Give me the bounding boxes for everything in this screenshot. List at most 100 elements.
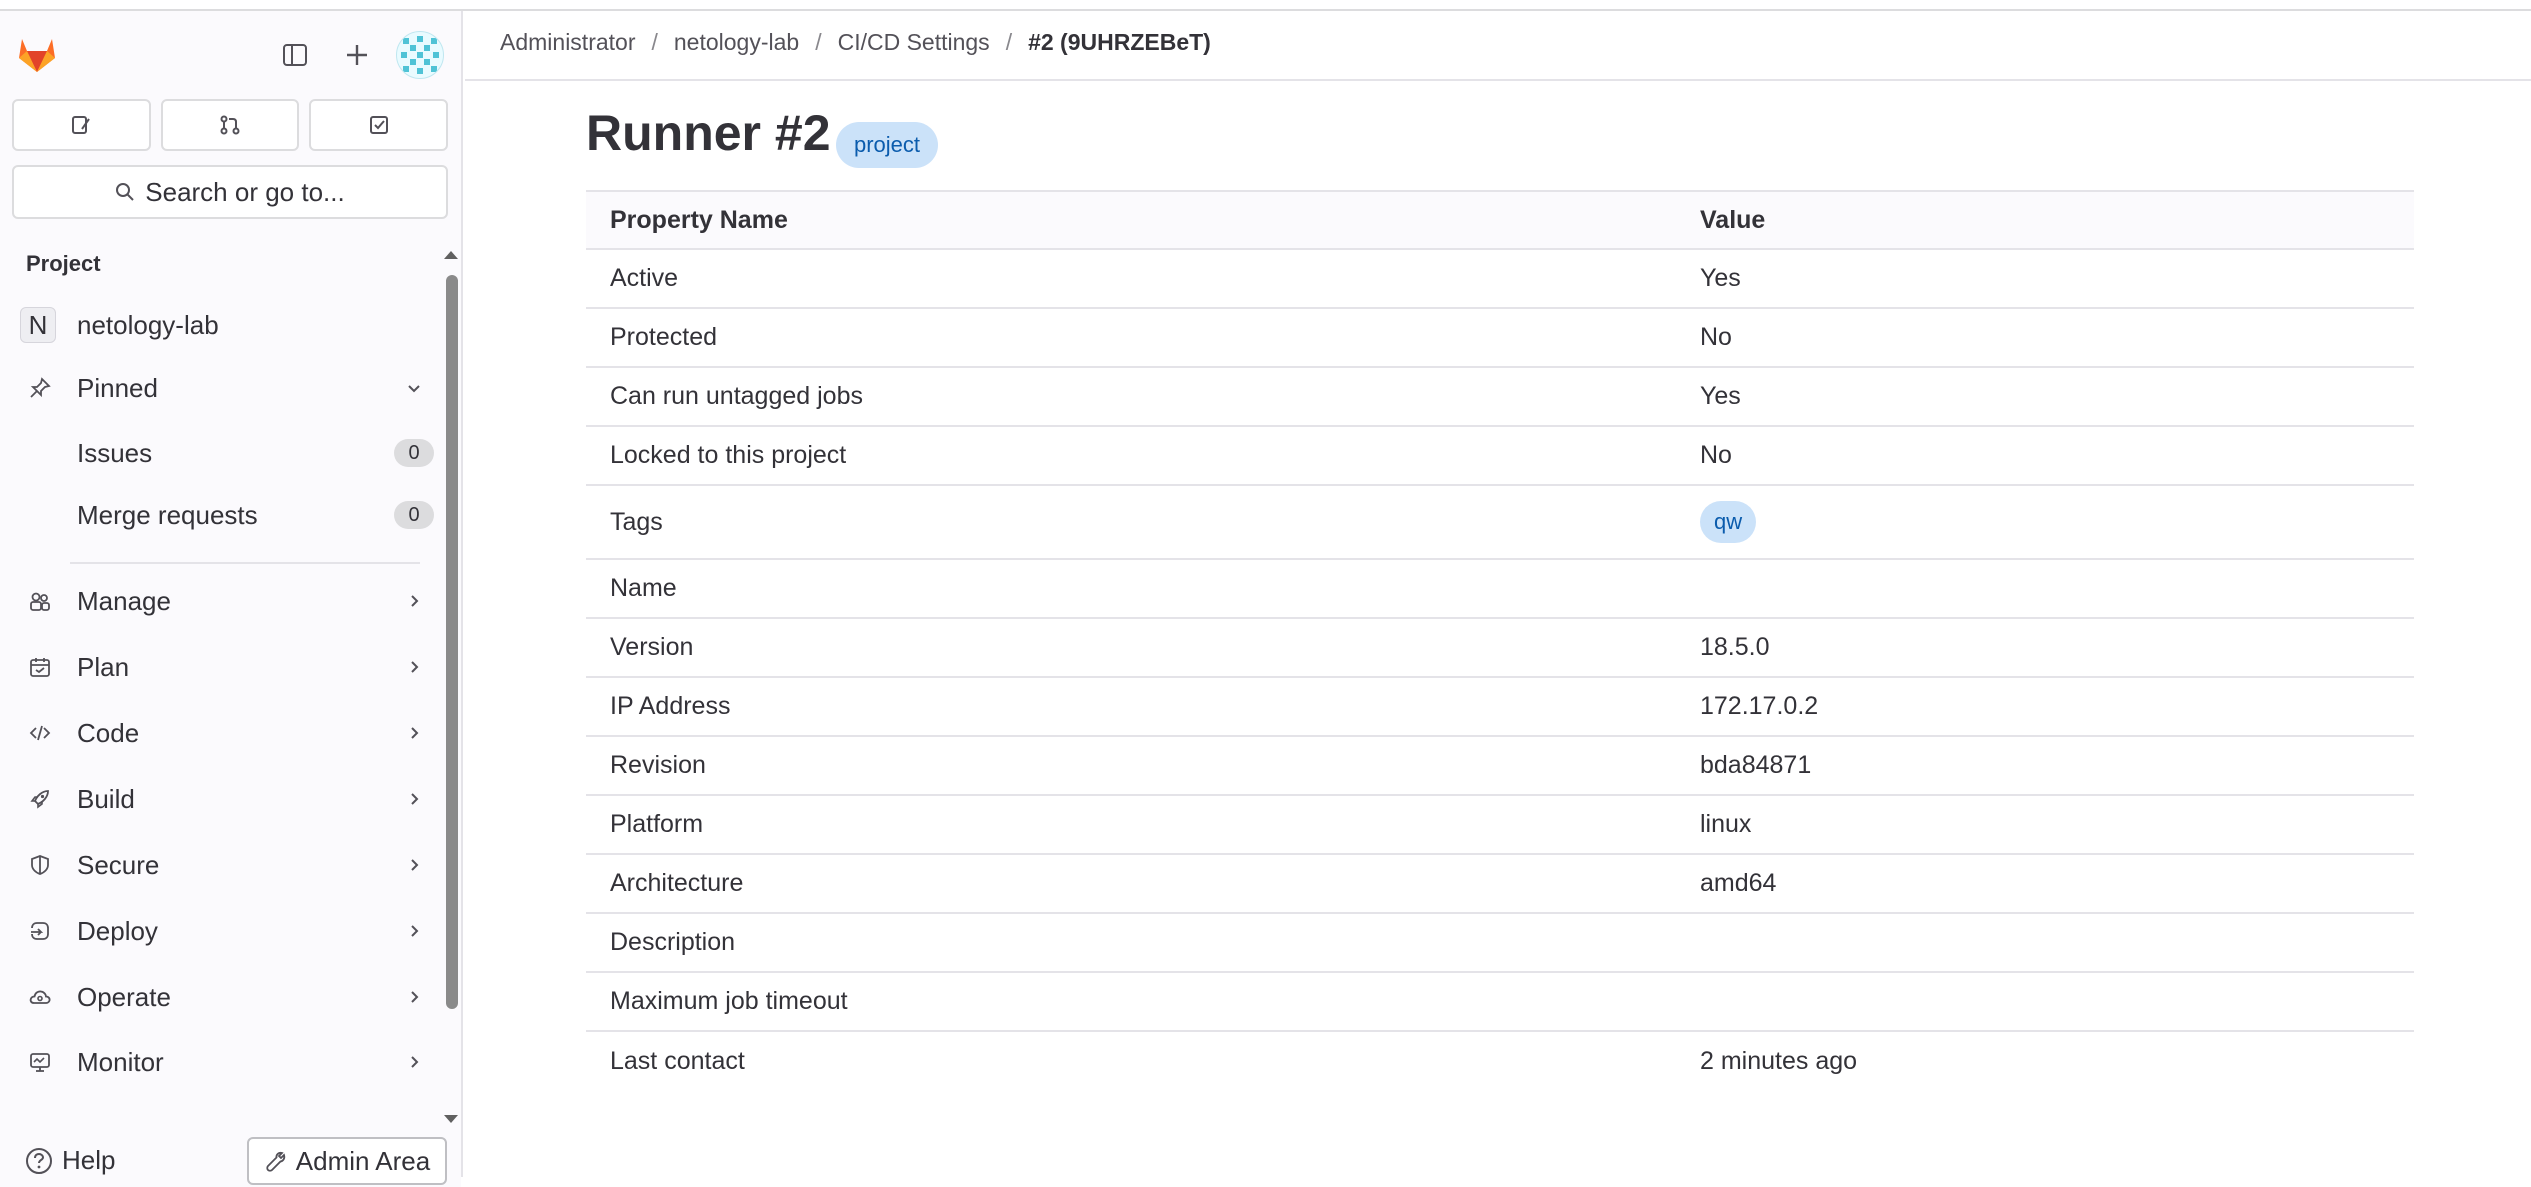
pinned-label: Pinned [77, 372, 158, 403]
property-value: No [1676, 426, 2414, 486]
scroll-up-arrow-icon[interactable] [441, 247, 461, 263]
page-title: Runner #2 [586, 105, 831, 161]
help-label: Help [62, 1145, 116, 1175]
property-value: 172.17.0.2 [1676, 677, 2414, 737]
code-icon [29, 725, 51, 741]
merge-requests-button[interactable] [160, 99, 300, 151]
deploy-icon [31, 922, 49, 940]
table-row: Tags qw [586, 485, 2414, 560]
property-name: Protected [586, 308, 1676, 368]
sidebar-section-title: Project [26, 251, 101, 276]
breadcrumb-administrator[interactable]: Administrator [500, 29, 635, 56]
sidebar-item-code[interactable]: Code [12, 706, 436, 760]
manage-label: Manage [77, 585, 171, 616]
calendar-icon [30, 658, 50, 677]
users-icon [30, 592, 50, 611]
sidebar-footer: Help Admin Area [0, 1131, 461, 1187]
sidebar-toggle-icon[interactable] [275, 35, 315, 75]
admin-area-button[interactable]: Admin Area [247, 1137, 447, 1185]
table-row: Platform linux [586, 795, 2414, 855]
create-new-icon[interactable] [337, 35, 377, 75]
tag-badge[interactable]: qw [1700, 501, 1757, 543]
chevron-right-icon [411, 727, 419, 739]
sidebar-item-deploy[interactable]: Deploy [12, 904, 436, 958]
breadcrumb-separator: / [651, 29, 658, 55]
deploy-label: Deploy [77, 915, 158, 946]
breadcrumb-separator: / [815, 29, 822, 55]
sidebar-top-bar [0, 11, 461, 97]
operate-label: Operate [77, 981, 171, 1012]
issues-count-badge: 0 [394, 439, 434, 467]
property-value: Yes [1676, 367, 2414, 427]
property-name: Active [586, 249, 1676, 309]
breadcrumb-runner[interactable]: #2 (9UHRZEBeT) [1028, 29, 1211, 56]
breadcrumb-separator: / [1005, 29, 1013, 55]
sidebar-item-monitor[interactable]: Monitor [12, 1035, 436, 1089]
issues-label: Issues [77, 437, 153, 468]
cloud-gear-icon [29, 990, 51, 1004]
column-header-value: Value [1676, 191, 2414, 250]
breadcrumb-cicd-settings[interactable]: CI/CD Settings [838, 29, 990, 56]
search-button[interactable]: Search or go to... [12, 165, 448, 219]
assigned-issues-button[interactable] [12, 99, 151, 151]
code-label: Code [77, 717, 140, 748]
sidebar-item-project[interactable]: N netology-lab [12, 298, 436, 352]
property-value: amd64 [1676, 854, 2414, 914]
table-row: Protected No [586, 308, 2414, 368]
table-row: Revision bda84871 [586, 736, 2414, 796]
sidebar-item-pinned[interactable]: Pinned [12, 361, 436, 415]
scroll-down-arrow-icon[interactable] [441, 1111, 461, 1127]
quick-actions [12, 99, 449, 151]
property-name: Platform [586, 795, 1676, 855]
chevron-right-icon [411, 859, 419, 871]
property-name: Revision [586, 736, 1676, 796]
rocket-icon [30, 790, 49, 809]
sidebar-item-manage[interactable]: Manage [12, 574, 436, 628]
merge-requests-count-badge: 0 [394, 501, 434, 529]
sidebar: Search or go to... Project N netology-la… [0, 11, 463, 1187]
sidebar-scroll-thumb[interactable] [446, 275, 458, 1009]
property-value [1676, 972, 2414, 1032]
table-header-row: Property Name Value [586, 191, 2414, 250]
table-row: Name [586, 559, 2414, 619]
sidebar-item-build[interactable]: Build [12, 772, 436, 826]
todo-list-button[interactable] [309, 99, 449, 151]
wrench-icon [266, 1151, 285, 1172]
sidebar-item-issues[interactable]: Issues 0 [12, 426, 436, 480]
gitlab-logo-icon[interactable] [16, 34, 58, 74]
property-name: Locked to this project [586, 426, 1676, 486]
chevron-right-icon [411, 925, 419, 937]
top-edge [0, 0, 2531, 11]
project-name: netology-lab [77, 309, 219, 340]
sidebar-item-operate[interactable]: Operate [12, 970, 436, 1024]
pin-icon [30, 377, 51, 398]
table-row: IP Address 172.17.0.2 [586, 677, 2414, 737]
property-value: linux [1676, 795, 2414, 855]
table-row: Active Yes [586, 249, 2414, 309]
breadcrumb-project[interactable]: netology-lab [674, 29, 799, 56]
property-name: IP Address [586, 677, 1676, 737]
chevron-right-icon [411, 595, 419, 607]
sidebar-item-plan[interactable]: Plan [12, 640, 436, 694]
property-value: qw [1676, 485, 2414, 560]
table-row: Architecture amd64 [586, 854, 2414, 914]
property-name: Tags [586, 485, 1676, 560]
property-value [1676, 913, 2414, 973]
chevron-right-icon [411, 991, 419, 1003]
property-name: Architecture [586, 854, 1676, 914]
sidebar-item-secure[interactable]: Secure [12, 838, 436, 892]
help-button[interactable]: Help [24, 1145, 115, 1176]
user-avatar[interactable] [396, 31, 444, 79]
property-value: 2 minutes ago [1700, 1046, 1858, 1075]
secure-label: Secure [77, 849, 160, 880]
sidebar-item-merge-requests[interactable]: Merge requests 0 [12, 488, 436, 542]
column-header-property: Property Name [586, 191, 1676, 250]
runner-properties-table: Property Name Value Active Yes Protected N… [586, 190, 2414, 1090]
merge-request-icon [220, 115, 240, 135]
property-name: Description [586, 913, 1676, 973]
property-name: Name [586, 559, 1676, 619]
issues-icon [72, 116, 91, 134]
chevron-right-icon [411, 1056, 419, 1068]
table-row: Last contact 2 minutes ago [586, 1031, 2414, 1090]
property-value: No [1676, 308, 2414, 368]
